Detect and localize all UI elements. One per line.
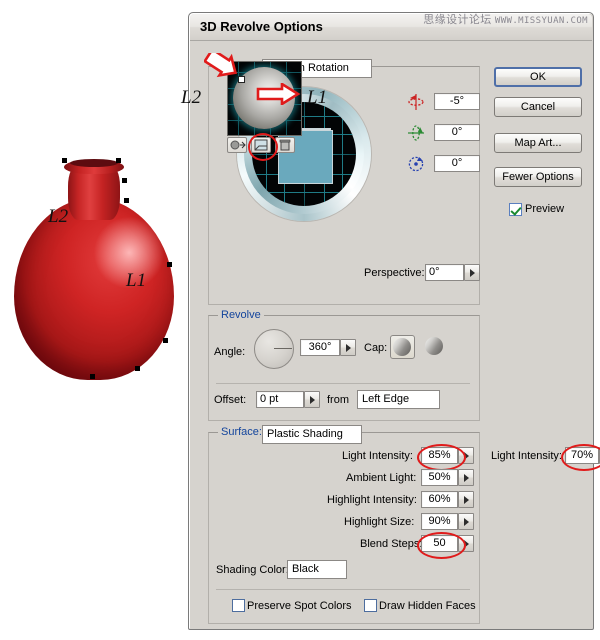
vase-label-l1: L1 <box>126 270 147 291</box>
cap-on-button[interactable] <box>390 335 415 359</box>
revolve-angle-dial[interactable] <box>254 329 294 369</box>
dialog-titlebar[interactable]: 3D Revolve Options 思缘设计论坛 WWW.MISSYUAN.C… <box>190 11 592 41</box>
shading-color-combobox[interactable]: Black <box>287 560 347 579</box>
vase-body <box>14 198 174 380</box>
dialog-title: 3D Revolve Options <box>200 19 323 34</box>
path-anchor-point[interactable] <box>116 158 121 163</box>
surface-divider <box>216 589 470 590</box>
offset-from-combobox[interactable]: Left Edge <box>357 390 440 409</box>
map-art-button[interactable]: Map Art... <box>494 133 582 153</box>
move-light-back-icon <box>230 140 246 150</box>
offset-label: Offset: <box>214 394 247 406</box>
revolve-angle-stepper[interactable] <box>340 339 356 356</box>
artwork-canvas[interactable]: L2 L1 <box>0 0 190 640</box>
fewer-options-button[interactable]: Fewer Options <box>494 167 582 187</box>
annotation-circle-light-intensity <box>417 444 466 471</box>
highlight-intensity-label: Highlight Intensity: <box>327 494 417 506</box>
vase-lip-opening <box>70 159 118 167</box>
blend-steps-label: Blend Steps: <box>360 538 423 550</box>
surface-light-label-l1: L1 <box>307 87 328 108</box>
watermark: 思缘设计论坛 WWW.MISSYUAN.COM <box>423 11 588 27</box>
cap-off-icon[interactable] <box>425 337 443 355</box>
watermark-cn: 思缘设计论坛 <box>423 13 492 26</box>
shading-color-label: Shading Color: <box>216 564 289 576</box>
path-anchor-point[interactable] <box>163 338 168 343</box>
delete-light-button[interactable] <box>275 137 295 153</box>
ambient-light-label: Ambient Light: <box>346 472 417 484</box>
rotate-x-field[interactable]: -5° <box>434 93 480 110</box>
draw-hidden-faces-checkbox[interactable] <box>364 599 377 612</box>
revolve-divider <box>216 383 470 384</box>
preserve-spot-colors-label: Preserve Spot Colors <box>247 600 352 612</box>
ambient-light-stepper[interactable] <box>458 469 474 486</box>
annotation-circle-new-light-button <box>248 133 278 161</box>
path-anchor-point[interactable] <box>124 198 129 203</box>
ambient-light-field[interactable]: 50% <box>421 469 458 486</box>
path-anchor-point[interactable] <box>135 366 140 371</box>
dialog-body: OK Cancel Map Art... Fewer Options Previ… <box>181 43 600 624</box>
path-anchor-point[interactable] <box>90 374 95 379</box>
annotation-circle-second-light <box>561 444 600 471</box>
path-anchor-point[interactable] <box>122 178 127 183</box>
preview-label: Preview <box>525 203 565 215</box>
revolve-group-label: Revolve <box>218 309 264 321</box>
from-label: from <box>327 394 349 406</box>
move-light-back-button[interactable] <box>227 137 247 153</box>
path-anchor-point[interactable] <box>62 158 67 163</box>
second-light-intensity-label: Light Intensity: <box>491 450 562 462</box>
preserve-spot-colors-checkbox[interactable] <box>232 599 245 612</box>
surface-group-label: Surface: <box>218 426 265 438</box>
perspective-stepper[interactable] <box>464 264 480 281</box>
cancel-button[interactable]: Cancel <box>494 97 582 117</box>
3d-revolve-options-dialog: 3D Revolve Options 思缘设计论坛 WWW.MISSYUAN.C… <box>181 11 600 630</box>
watermark-en: WWW.MISSYUAN.COM <box>494 16 588 26</box>
revolve-angle-field[interactable]: 360° <box>300 339 340 356</box>
highlight-size-label: Highlight Size: <box>344 516 415 528</box>
annotation-arrow-l2 <box>204 53 238 78</box>
surface-light-label-l2: L2 <box>181 87 202 108</box>
draw-hidden-faces-label: Draw Hidden Faces <box>379 600 476 612</box>
shading-type-combobox[interactable]: Plastic Shading <box>262 425 362 444</box>
annotation-arrow-l1 <box>256 83 301 105</box>
perspective-label: Perspective: <box>364 267 425 279</box>
delete-light-icon trash-icon <box>279 139 291 151</box>
offset-field[interactable]: 0 pt <box>256 391 304 408</box>
rotate-y-icon <box>408 125 424 141</box>
cap-on-icon <box>393 338 411 356</box>
offset-stepper[interactable] <box>304 391 320 408</box>
perspective-field[interactable]: 0° <box>425 264 464 281</box>
annotation-circle-blend-steps <box>417 532 466 559</box>
rotate-z-icon <box>408 156 424 172</box>
cap-label: Cap: <box>364 342 388 354</box>
vase-artwork[interactable]: L2 L1 <box>14 150 174 380</box>
highlight-size-field[interactable]: 90% <box>421 513 458 530</box>
rotate-y-field[interactable]: 0° <box>434 124 480 141</box>
vase-label-l2: L2 <box>48 206 69 227</box>
preview-checkbox[interactable] <box>509 203 522 216</box>
ok-button[interactable]: OK <box>494 67 582 87</box>
rotate-z-field[interactable]: 0° <box>434 155 480 172</box>
highlight-intensity-field[interactable]: 60% <box>421 491 458 508</box>
rotate-x-icon <box>408 94 424 110</box>
highlight-size-stepper[interactable] <box>458 513 474 530</box>
highlight-intensity-stepper[interactable] <box>458 491 474 508</box>
angle-dial-handle[interactable] <box>274 348 292 349</box>
light-intensity-label: Light Intensity: <box>342 450 413 462</box>
path-anchor-point[interactable] <box>167 262 172 267</box>
angle-label: Angle: <box>214 346 246 358</box>
